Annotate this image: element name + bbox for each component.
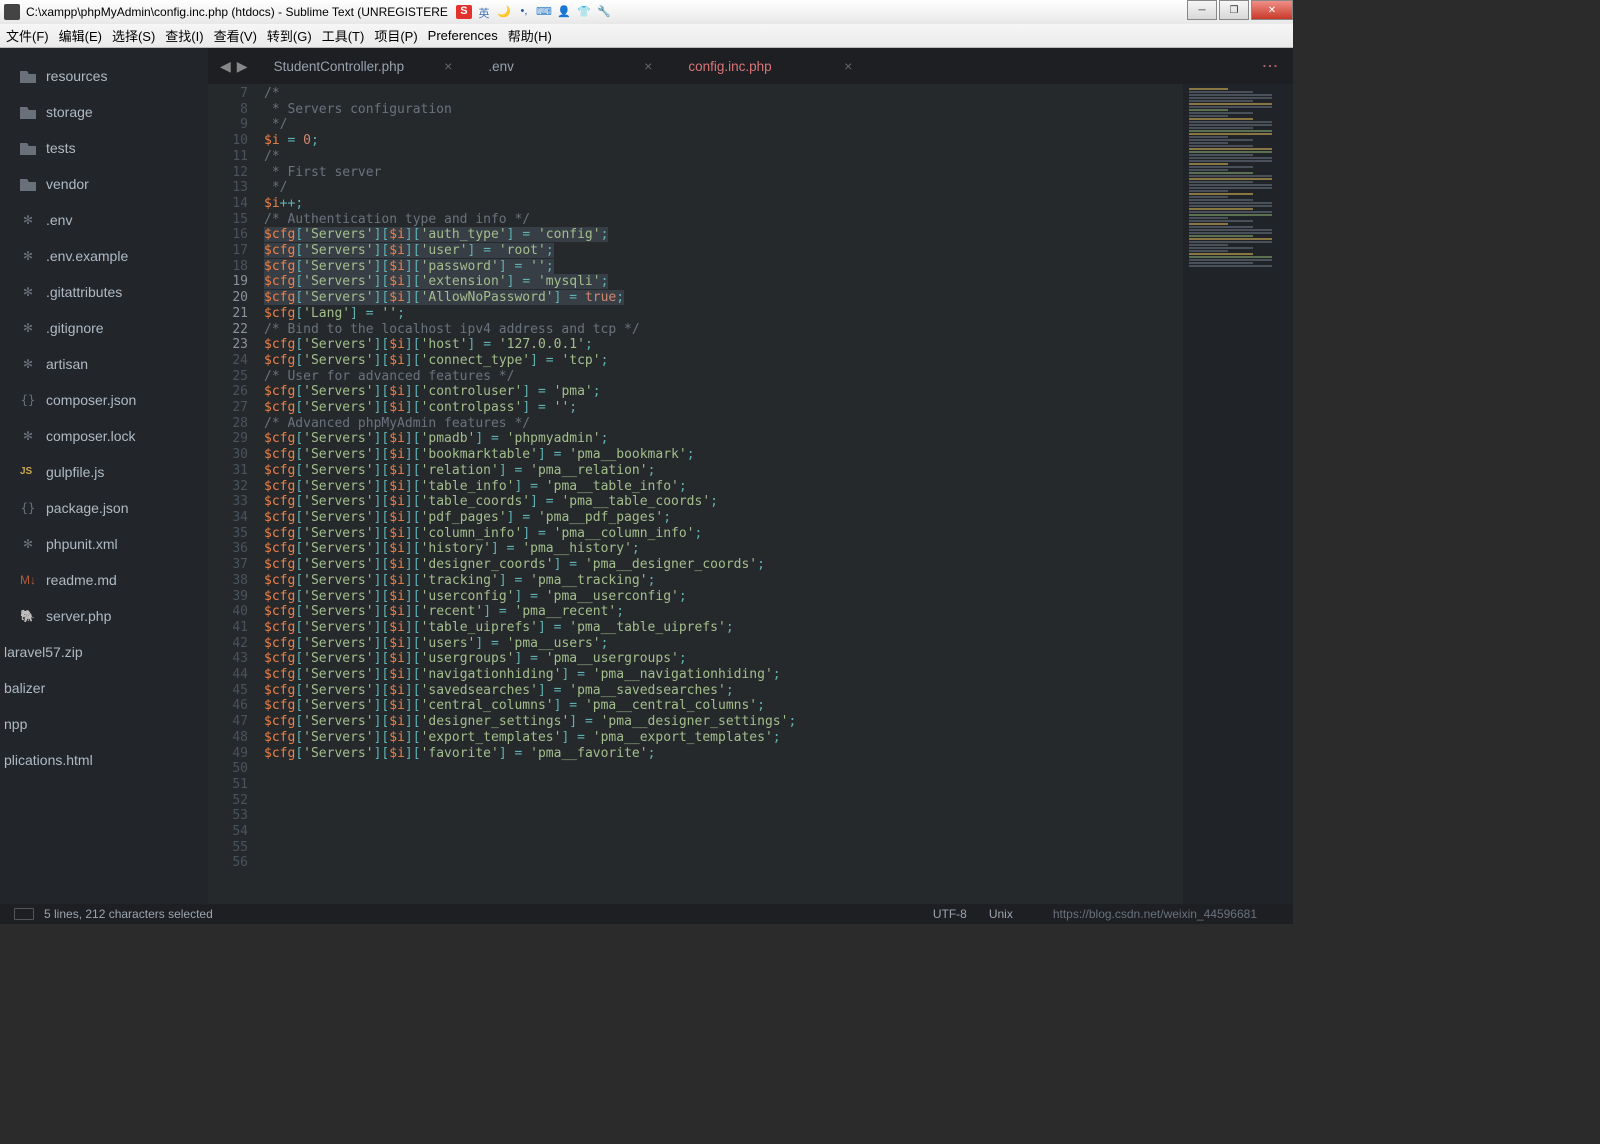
maximize-button[interactable]: ❐ — [1219, 0, 1249, 20]
tab-bar: ◀ ▶ StudentController.php×.env×config.in… — [208, 48, 1293, 84]
tab-next-icon[interactable]: ▶ — [237, 58, 248, 75]
status-selection: 5 lines, 212 characters selected — [44, 907, 213, 921]
minimize-button[interactable]: ─ — [1187, 0, 1217, 20]
menu-bar: 文件(F) 编辑(E) 选择(S) 查找(I) 查看(V) 转到(G) 工具(T) 项目(P)… — [0, 24, 1293, 48]
sidebar-item-label: laravel57.zip — [4, 644, 83, 660]
minimap[interactable] — [1183, 84, 1293, 904]
sidebar-item-.env.example[interactable]: ✻.env.example — [0, 238, 208, 274]
sidebar-item-label: package.json — [46, 500, 129, 516]
editor-area: ◀ ▶ StudentController.php×.env×config.in… — [208, 48, 1293, 904]
watermark: https://blog.csdn.net/weixin_44596681 — [1053, 907, 1257, 921]
sidebar-item-phpunit.xml[interactable]: ✻phpunit.xml — [0, 526, 208, 562]
close-button[interactable]: ✕ — [1251, 0, 1293, 20]
tab-close-icon[interactable]: × — [644, 58, 652, 74]
sidebar-item-label: gulpfile.js — [46, 464, 104, 480]
menu-Preferences[interactable]: Preferences — [428, 28, 498, 43]
sidebar-item-label: plications.html — [4, 752, 93, 768]
sidebar-item-label: tests — [46, 140, 76, 156]
sidebar-item-label: .gitignore — [46, 320, 104, 336]
sidebar-item-label: composer.json — [46, 392, 136, 408]
sidebar-item-label: vendor — [46, 176, 89, 192]
sidebar-item-resources[interactable]: resources — [0, 58, 208, 94]
keyboard-icon: ⌨ — [536, 5, 552, 19]
sidebar-item-laravel57.zip[interactable]: laravel57.zip — [0, 634, 208, 670]
tab-label: config.inc.php — [688, 59, 771, 74]
status-encoding[interactable]: UTF-8 — [933, 907, 967, 921]
status-eol[interactable]: Unix — [989, 907, 1013, 921]
sidebar-item-label: composer.lock — [46, 428, 135, 444]
sidebar-item-vendor[interactable]: vendor — [0, 166, 208, 202]
menu-查找(I)[interactable]: 查找(I) — [165, 26, 203, 45]
sidebar-item-label: .gitattributes — [46, 284, 122, 300]
menu-项目(P)[interactable]: 项目(P) — [374, 26, 417, 45]
console-toggle-icon[interactable] — [14, 908, 34, 920]
title-text: C:\xampp\phpMyAdmin\config.inc.php (htdo… — [26, 5, 448, 19]
ime-indicator: S 英 🌙 •, ⌨ 👤 👕 🔧 — [456, 5, 612, 19]
tab-label: .env — [488, 59, 514, 74]
tab-close-icon[interactable]: × — [844, 58, 852, 74]
sidebar-item-label: artisan — [46, 356, 88, 372]
tab-.env[interactable]: .env × — [470, 48, 670, 84]
sidebar-item-label: npp — [4, 716, 27, 732]
menu-查看(V)[interactable]: 查看(V) — [214, 26, 257, 45]
punct-icon: •, — [516, 5, 532, 19]
title-bar: C:\xampp\phpMyAdmin\config.inc.php (htdo… — [0, 0, 1293, 24]
sidebar-item-label: storage — [46, 104, 93, 120]
wrench-icon: 🔧 — [596, 5, 612, 19]
ime-s-icon: S — [456, 5, 472, 19]
menu-文件(F)[interactable]: 文件(F) — [6, 26, 49, 45]
tab-StudentController.php[interactable]: StudentController.php × — [256, 48, 471, 84]
sidebar-item-.env[interactable]: ✻.env — [0, 202, 208, 238]
menu-转到(G)[interactable]: 转到(G) — [267, 26, 312, 45]
ime-lang-icon: 英 — [476, 5, 492, 19]
sidebar-item-gulpfile.js[interactable]: JSgulpfile.js — [0, 454, 208, 490]
sidebar-item-storage[interactable]: storage — [0, 94, 208, 130]
sidebar-item-composer.lock[interactable]: ✻composer.lock — [0, 418, 208, 454]
sidebar-item-label: phpunit.xml — [46, 536, 118, 552]
more-icon[interactable]: ⋮ — [1260, 58, 1279, 74]
sidebar-item-npp[interactable]: npp — [0, 706, 208, 742]
app-icon — [4, 4, 20, 20]
code-content[interactable]: /* * Servers configuration */$i = 0;/* *… — [264, 84, 1293, 904]
tab-close-icon[interactable]: × — [444, 58, 452, 74]
sidebar-item-.gitignore[interactable]: ✻.gitignore — [0, 310, 208, 346]
menu-选择(S)[interactable]: 选择(S) — [112, 26, 155, 45]
menu-工具(T)[interactable]: 工具(T) — [322, 26, 365, 45]
tab-config.inc.php[interactable]: config.inc.php × — [670, 48, 870, 84]
gutter[interactable]: 7891011121314151617181920212223242526272… — [208, 84, 264, 904]
menu-帮助(H)[interactable]: 帮助(H) — [508, 26, 552, 45]
sidebar-item-balizer[interactable]: balizer — [0, 670, 208, 706]
tab-prev-icon[interactable]: ◀ — [220, 58, 231, 75]
sidebar-item-.gitattributes[interactable]: ✻.gitattributes — [0, 274, 208, 310]
sidebar-item-plications.html[interactable]: plications.html — [0, 742, 208, 778]
sidebar-item-artisan[interactable]: ✻artisan — [0, 346, 208, 382]
menu-编辑(E)[interactable]: 编辑(E) — [59, 26, 102, 45]
sidebar-item-readme.md[interactable]: M↓readme.md — [0, 562, 208, 598]
moon-icon: 🌙 — [496, 5, 512, 19]
sidebar-item-label: resources — [46, 68, 107, 84]
sidebar-item-label: readme.md — [46, 572, 117, 588]
status-bar: 5 lines, 212 characters selected UTF-8 U… — [0, 904, 1293, 924]
sidebar-item-composer.json[interactable]: {}composer.json — [0, 382, 208, 418]
sidebar-item-label: server.php — [46, 608, 111, 624]
sidebar-item-package.json[interactable]: {}package.json — [0, 490, 208, 526]
person-icon: 👤 — [556, 5, 572, 19]
sidebar-item-label: .env — [46, 212, 72, 228]
sidebar[interactable]: resources storage tests vendor ✻.env✻.env.ex… — [0, 48, 208, 904]
sidebar-item-label: .env.example — [46, 248, 128, 264]
shirt-icon: 👕 — [576, 5, 592, 19]
tab-label: StudentController.php — [274, 59, 405, 74]
sidebar-item-tests[interactable]: tests — [0, 130, 208, 166]
sidebar-item-server.php[interactable]: 🐘server.php — [0, 598, 208, 634]
sidebar-item-label: balizer — [4, 680, 45, 696]
